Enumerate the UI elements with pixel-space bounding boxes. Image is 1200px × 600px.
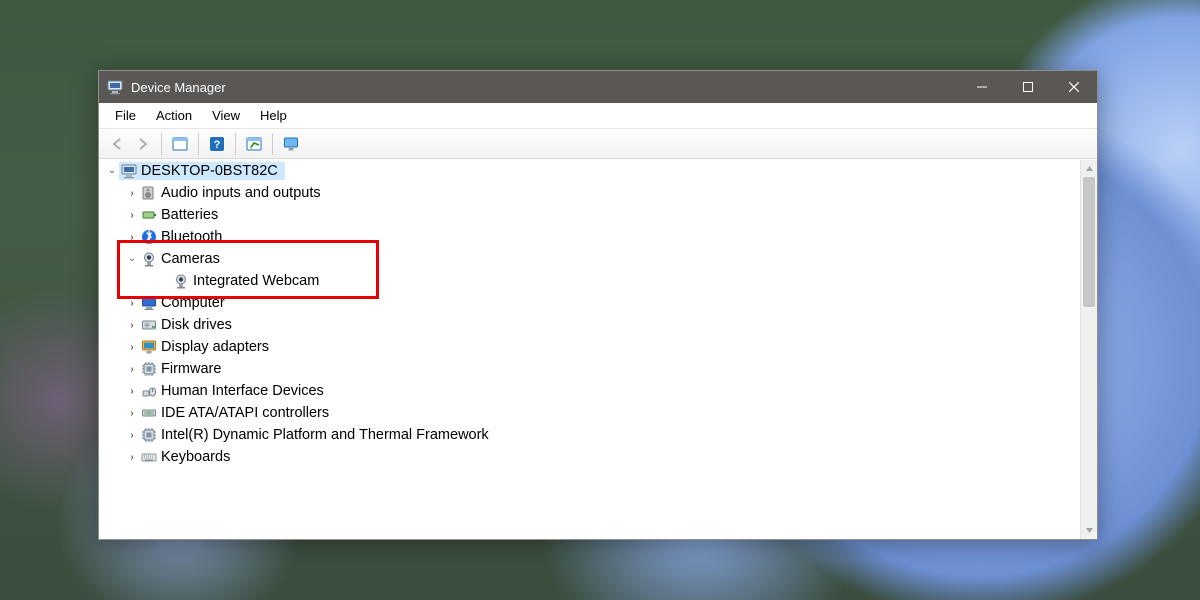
menu-bar: File Action View Help [99, 103, 1097, 129]
close-button[interactable] [1051, 71, 1097, 103]
show-hidden-button[interactable] [168, 132, 192, 156]
expand-icon[interactable] [105, 166, 119, 177]
client-area: DESKTOP-0BST82C Audio inputs and outputs… [99, 159, 1097, 539]
tree-item-label: Intel(R) Dynamic Platform and Thermal Fr… [161, 427, 492, 443]
toolbar-separator [161, 133, 162, 155]
menu-help[interactable]: Help [250, 106, 297, 125]
expand-icon[interactable] [125, 232, 139, 243]
camera-icon [173, 273, 189, 289]
tree-item-label: Human Interface Devices [161, 383, 327, 399]
toolbar-separator [198, 133, 199, 155]
tree-item-label: Batteries [161, 207, 221, 223]
tree-item-label: Display adapters [161, 339, 272, 355]
toolbar [99, 129, 1097, 159]
tree-item-label: Cameras [161, 251, 223, 267]
display-adapter-icon [141, 339, 157, 355]
device-tree[interactable]: DESKTOP-0BST82C Audio inputs and outputs… [99, 160, 1080, 539]
maximize-button[interactable] [1005, 71, 1051, 103]
expand-icon[interactable] [125, 298, 139, 309]
tree-item-computer[interactable]: Computer [99, 292, 1080, 314]
tree-item-disk-drives[interactable]: Disk drives [99, 314, 1080, 336]
tree-item-ide[interactable]: IDE ATA/ATAPI controllers [99, 402, 1080, 424]
tree-item-integrated-webcam[interactable]: Integrated Webcam [99, 270, 1080, 292]
toolbar-separator [235, 133, 236, 155]
window-title: Device Manager [131, 80, 226, 95]
chip-icon [141, 361, 157, 377]
minimize-button[interactable] [959, 71, 1005, 103]
expand-icon[interactable] [125, 364, 139, 375]
expand-icon[interactable] [125, 386, 139, 397]
help-button[interactable] [205, 132, 229, 156]
chip-icon [141, 427, 157, 443]
forward-button[interactable] [131, 132, 155, 156]
monitor-icon [141, 295, 157, 311]
menu-view[interactable]: View [202, 106, 250, 125]
expand-icon[interactable] [125, 342, 139, 353]
tree-root-label: DESKTOP-0BST82C [141, 163, 281, 179]
scroll-track[interactable] [1081, 177, 1097, 522]
toolbar-separator [272, 133, 273, 155]
tree-item-bluetooth[interactable]: Bluetooth [99, 226, 1080, 248]
tree-item-firmware[interactable]: Firmware [99, 358, 1080, 380]
ide-controller-icon [141, 405, 157, 421]
title-bar[interactable]: Device Manager [99, 71, 1097, 103]
keyboard-icon [141, 449, 157, 465]
vertical-scrollbar[interactable] [1080, 160, 1097, 539]
back-button[interactable] [105, 132, 129, 156]
tree-item-keyboards[interactable]: Keyboards [99, 446, 1080, 468]
tree-item-label: Computer [161, 295, 228, 311]
tree-item-hid[interactable]: Human Interface Devices [99, 380, 1080, 402]
scroll-up-button[interactable] [1081, 160, 1097, 177]
expand-icon[interactable] [125, 320, 139, 331]
expand-icon[interactable] [125, 210, 139, 221]
expand-icon[interactable] [125, 430, 139, 441]
tree-item-label: Keyboards [161, 449, 233, 465]
device-manager-window: Device Manager File Action View Help [98, 70, 1098, 540]
tree-item-label: Bluetooth [161, 229, 225, 245]
tree-item-label: Firmware [161, 361, 224, 377]
tree-item-audio[interactable]: Audio inputs and outputs [99, 182, 1080, 204]
computer-icon [121, 163, 137, 179]
expand-icon[interactable] [125, 254, 139, 265]
tree-item-intel-dptf[interactable]: Intel(R) Dynamic Platform and Thermal Fr… [99, 424, 1080, 446]
tree-root[interactable]: DESKTOP-0BST82C [99, 160, 1080, 182]
monitor-button[interactable] [279, 132, 303, 156]
scroll-thumb[interactable] [1083, 177, 1095, 307]
bluetooth-icon [141, 229, 157, 245]
camera-icon [141, 251, 157, 267]
tree-item-batteries[interactable]: Batteries [99, 204, 1080, 226]
menu-file[interactable]: File [105, 106, 146, 125]
tree-item-label: Disk drives [161, 317, 235, 333]
tree-item-display-adapters[interactable]: Display adapters [99, 336, 1080, 358]
expand-icon[interactable] [125, 408, 139, 419]
battery-icon [141, 207, 157, 223]
app-icon [107, 79, 123, 95]
speaker-icon [141, 185, 157, 201]
tree-item-label: IDE ATA/ATAPI controllers [161, 405, 332, 421]
expand-icon[interactable] [125, 188, 139, 199]
disk-icon [141, 317, 157, 333]
tree-item-cameras[interactable]: Cameras [99, 248, 1080, 270]
expand-icon[interactable] [125, 452, 139, 463]
tree-item-label: Audio inputs and outputs [161, 185, 324, 201]
tree-item-label: Integrated Webcam [193, 273, 322, 289]
hid-icon [141, 383, 157, 399]
scroll-down-button[interactable] [1081, 522, 1097, 539]
menu-action[interactable]: Action [146, 106, 202, 125]
scan-hardware-button[interactable] [242, 132, 266, 156]
